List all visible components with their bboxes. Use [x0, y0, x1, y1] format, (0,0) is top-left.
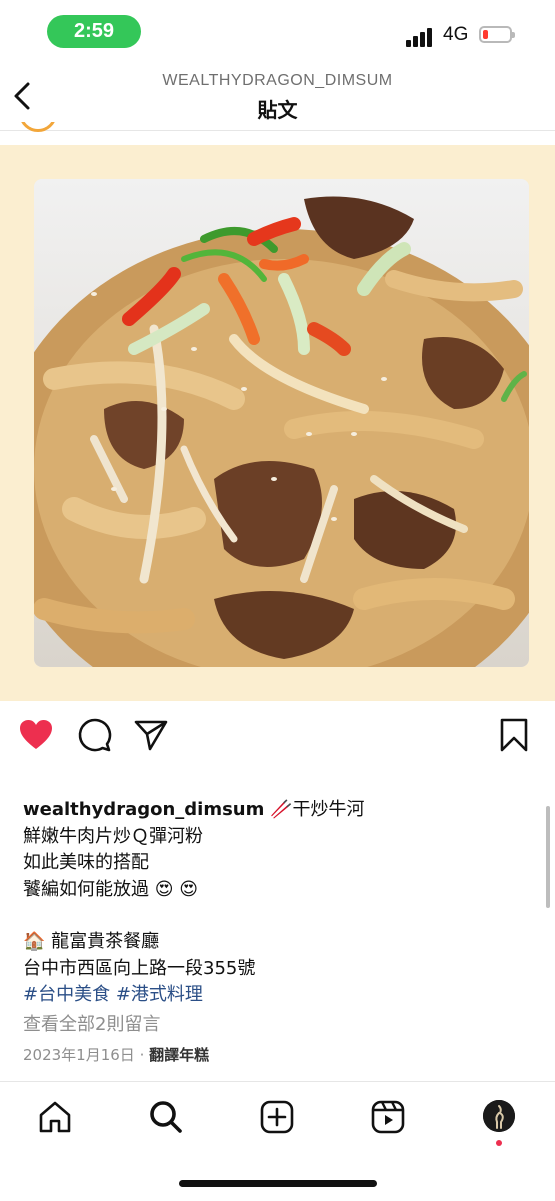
scrollbar[interactable] — [546, 806, 550, 908]
nav-profile-avatar[interactable] — [483, 1100, 515, 1132]
reels-icon — [371, 1100, 405, 1134]
post-author-avatar[interactable] — [17, 122, 61, 136]
caption-line: 如此美味的搭配 — [23, 852, 149, 873]
search-icon — [150, 1101, 182, 1133]
caption-hashtags: #台中美食 #港式料理 — [23, 982, 533, 1009]
post-image — [34, 179, 529, 667]
post-caption: wealthydragon_dimsum 🥢干炒牛河 鮮嫩牛肉片炒Ｑ彈河粉 如此… — [23, 797, 533, 1009]
caption-line: 鮮嫩牛肉片炒Ｑ彈河粉 — [23, 825, 203, 847]
plus-square-icon — [260, 1100, 294, 1134]
home-icon — [39, 1101, 71, 1133]
meta-separator: · — [139, 1046, 145, 1064]
caption-line-text: 饕編如何能放過 — [23, 878, 149, 900]
heart-eyes-emoji: 😍 😍 — [154, 878, 198, 900]
post-header: WEALTHYDRAGON_DIMSUM 貼文 — [0, 64, 555, 131]
avatar — [483, 1100, 515, 1132]
chopsticks-emoji: 🥢 — [270, 799, 293, 820]
post-image-frame[interactable] — [0, 145, 555, 701]
notification-dot — [496, 1140, 502, 1146]
bookmark-icon — [500, 718, 528, 752]
save-button[interactable] — [496, 717, 532, 753]
nav-reels[interactable] — [370, 1099, 406, 1135]
cellular-signal-icon — [406, 27, 436, 47]
view-comments-link[interactable]: 查看全部2則留言 — [23, 1010, 160, 1036]
battery-icon — [479, 26, 515, 43]
post-date: 2023年1月16日 — [23, 1046, 135, 1064]
like-button[interactable] — [18, 717, 54, 753]
nav-create[interactable] — [259, 1099, 295, 1135]
hashtag-link[interactable]: #港式料理 — [116, 984, 203, 1005]
caption-address: 台中市西區向上路一段355號 — [23, 957, 256, 979]
caption-place: 龍富貴茶餐廳 — [51, 931, 160, 952]
comment-button[interactable] — [76, 717, 112, 753]
status-bar: 2:59 4G — [0, 0, 555, 64]
nav-search[interactable] — [148, 1099, 184, 1135]
comment-icon — [78, 718, 112, 752]
home-indicator[interactable] — [179, 1180, 377, 1187]
house-emoji: 🏠 — [23, 931, 46, 952]
paper-plane-icon — [134, 720, 168, 751]
status-time[interactable]: 2:59 — [47, 15, 141, 48]
page-title: 貼文 — [257, 98, 298, 122]
caption-username[interactable]: wealthydragon_dimsum — [23, 799, 264, 820]
caption-title-line: wealthydragon_dimsum 🥢干炒牛河 — [23, 797, 533, 824]
post-actions — [0, 705, 555, 765]
heart-icon — [20, 720, 52, 749]
nav-home[interactable] — [37, 1099, 73, 1135]
translate-link[interactable]: 翻譯年糕 — [149, 1046, 209, 1064]
post-meta: 2023年1月16日 · 翻譯年糕 — [23, 1044, 209, 1065]
hashtag-link[interactable]: #台中美食 — [23, 984, 110, 1005]
caption-place-line: 🏠 龍富貴茶餐廳 — [23, 929, 533, 956]
caption-title: 干炒牛河 — [292, 799, 365, 820]
share-button[interactable] — [133, 717, 169, 753]
header-account-name[interactable]: WEALTHYDRAGON_DIMSUM — [0, 72, 555, 90]
caption-line: 饕編如何能放過 😍 😍 — [23, 877, 533, 904]
network-type: 4G — [443, 24, 469, 45]
